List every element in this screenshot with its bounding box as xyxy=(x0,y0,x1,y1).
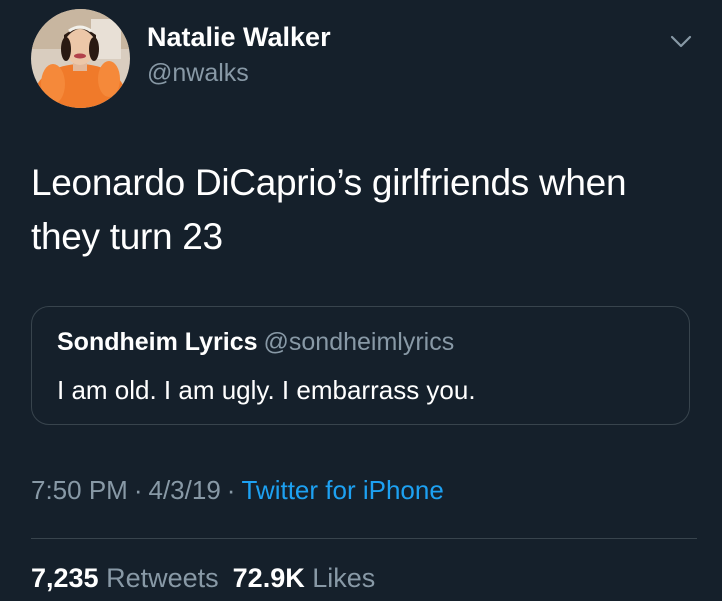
tweet-text: Leonardo DiCaprio’s girlfriends when the… xyxy=(31,162,627,257)
author-avatar[interactable] xyxy=(31,9,130,108)
likes-label: Likes xyxy=(312,563,376,593)
quoted-tweet-text: I am old. I am ugly. I embarrass you. xyxy=(57,375,476,405)
chevron-down-icon[interactable] xyxy=(668,28,694,54)
tweet-date: 4/3/19 xyxy=(148,475,221,505)
quoted-tweet-handle: @sondheimlyrics xyxy=(263,328,455,356)
retweets-count: 7,235 xyxy=(31,563,99,593)
author-handle[interactable]: @nwalks xyxy=(147,59,249,88)
tweet-time: 7:50 PM xyxy=(31,475,128,505)
likes-stat[interactable]: 72.9K Likes xyxy=(233,563,376,593)
tweet-source-link[interactable]: Twitter for iPhone xyxy=(241,475,443,505)
tweet-meta: 7:50 PM · 4/3/19 · Twitter for iPhone xyxy=(31,475,444,506)
meta-separator: · xyxy=(133,475,143,505)
retweets-label: Retweets xyxy=(106,563,219,593)
retweets-stat[interactable]: 7,235 Retweets xyxy=(31,563,219,593)
tweet-stats: 7,235 Retweets 72.9K Likes xyxy=(31,563,375,594)
divider xyxy=(31,538,697,539)
quoted-tweet-display-name: Sondheim Lyrics xyxy=(57,328,258,356)
meta-separator: · xyxy=(226,475,236,505)
quoted-tweet-card[interactable]: Sondheim Lyrics @sondheimlyrics I am old.… xyxy=(31,306,690,425)
likes-count: 72.9K xyxy=(232,563,305,593)
avatar-photo xyxy=(31,9,130,108)
author-display-name[interactable]: Natalie Walker xyxy=(147,22,331,53)
quoted-tweet-header: Sondheim Lyrics @sondheimlyrics xyxy=(57,328,454,357)
